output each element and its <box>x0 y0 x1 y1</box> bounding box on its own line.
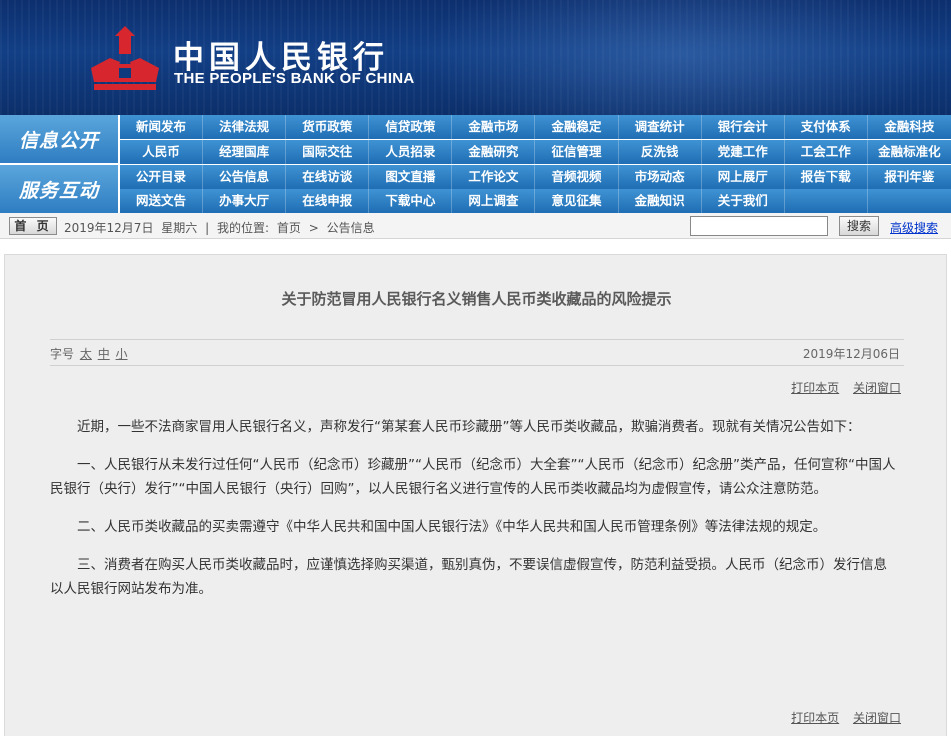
breadcrumb-home-link[interactable]: 首页 <box>277 221 301 235</box>
nav-item[interactable]: 国际交往 <box>286 140 370 164</box>
article-paragraph: 三、消费者在购买人民币类收藏品时，应谨慎选择购买渠道，甄别真伪，不要误信虚假宣传… <box>50 557 887 597</box>
nav-item[interactable]: 市场动态 <box>619 165 702 189</box>
nav-item[interactable]: 反洗钱 <box>619 140 702 164</box>
article-title: 关于防范冒用人民银行名义销售人民币类收藏品的风险提示 <box>281 290 672 308</box>
nav-item[interactable]: 货币政策 <box>286 115 370 139</box>
home-button[interactable]: 首 页 <box>9 217 57 235</box>
font-size-large-link[interactable]: 太 <box>80 347 92 361</box>
nav-rows: 新闻发布 法律法规 货币政策 信贷政策 金融市场 金融稳定 调查统计 银行会计 … <box>120 115 951 213</box>
article-panel: 关于防范冒用人民银行名义销售人民币类收藏品的风险提示 字号 太 中 小 2019… <box>4 254 947 736</box>
nav-item[interactable]: 报刊年鉴 <box>868 165 951 189</box>
nav-item[interactable]: 报告下载 <box>785 165 868 189</box>
nav-item[interactable]: 金融标准化 <box>868 140 951 164</box>
nav-group-service-interaction[interactable]: 服务互动 <box>0 165 118 213</box>
nav-item[interactable]: 调查统计 <box>619 115 702 139</box>
search-button[interactable]: 搜索 <box>839 216 879 236</box>
nav-item[interactable]: 在线申报 <box>286 189 370 213</box>
pboc-logo-icon[interactable] <box>88 24 162 92</box>
nav-item[interactable]: 工会工作 <box>785 140 868 164</box>
nav-item[interactable]: 公告信息 <box>203 165 287 189</box>
article-paragraph: 一、人民银行从未发行过任何“人民币（纪念币）珍藏册”“人民币（纪念币）大全套”“… <box>50 457 896 497</box>
article-body: 近期，一些不法商家冒用人民银行名义，声称发行“第某套人民币珍藏册”等人民币类收藏… <box>50 415 900 615</box>
nav-item[interactable]: 支付体系 <box>785 115 868 139</box>
nav-item[interactable]: 新闻发布 <box>120 115 204 139</box>
nav-row-2: 人民币 经理国库 国际交往 人员招录 金融研究 征信管理 反洗钱 党建工作 工会… <box>120 140 951 164</box>
nav-row-1: 新闻发布 法律法规 货币政策 信贷政策 金融市场 金融稳定 调查统计 银行会计 … <box>120 115 951 139</box>
breadcrumb-current[interactable]: 公告信息 <box>327 221 375 235</box>
logo-english-name: THE PEOPLE'S BANK OF CHINA <box>174 70 415 87</box>
article-paragraph: 近期，一些不法商家冒用人民银行名义，声称发行“第某套人民币珍藏册”等人民币类收藏… <box>77 419 861 435</box>
nav-item[interactable]: 金融科技 <box>868 115 951 139</box>
nav-item[interactable]: 人民币 <box>120 140 204 164</box>
nav-item[interactable]: 经理国库 <box>203 140 287 164</box>
nav-item[interactable]: 公开目录 <box>120 165 204 189</box>
font-size-medium-link[interactable]: 中 <box>98 347 110 361</box>
nav-item[interactable]: 征信管理 <box>535 140 619 164</box>
breadcrumb-bar: 首 页 2019年12月7日 星期六 | 我的位置: 首页 > 公告信息 搜索 … <box>0 213 951 239</box>
nav-item[interactable]: 金融知识 <box>619 189 702 213</box>
separator: | <box>205 221 210 235</box>
nav-item[interactable]: 在线访谈 <box>286 165 370 189</box>
nav-item[interactable]: 图文直播 <box>369 165 453 189</box>
nav-item[interactable]: 关于我们 <box>702 189 785 213</box>
nav-item[interactable]: 办事大厅 <box>203 189 287 213</box>
article-paragraph: 二、人民币类收藏品的买卖需遵守《中华人民共和国中国人民银行法》《中华人民共和国人… <box>77 519 827 535</box>
nav-item[interactable]: 金融稳定 <box>535 115 619 139</box>
publish-date: 2019年12月06日 <box>802 347 900 361</box>
nav-item[interactable]: 党建工作 <box>702 140 785 164</box>
article-actions-top: 打印本页 关闭窗口 <box>781 379 901 396</box>
divider <box>50 339 904 340</box>
nav-item[interactable]: 工作论文 <box>452 165 536 189</box>
nav-item[interactable]: 银行会计 <box>702 115 785 139</box>
breadcrumb: 2019年12月7日 星期六 | 我的位置: 首页 > 公告信息 <box>64 219 379 236</box>
close-window-link[interactable]: 关闭窗口 <box>853 381 901 395</box>
nav-item[interactable]: 金融研究 <box>452 140 536 164</box>
search-input[interactable] <box>690 216 828 236</box>
font-size-label: 字号 <box>50 347 75 361</box>
article-actions-bottom: 打印本页 关闭窗口 <box>781 709 901 726</box>
nav-item[interactable]: 网送文告 <box>120 189 204 213</box>
font-size-small-link[interactable]: 小 <box>116 347 128 361</box>
nav-item[interactable]: 金融市场 <box>452 115 536 139</box>
current-date: 2019年12月7日 <box>64 221 154 235</box>
nav-item[interactable]: 信贷政策 <box>369 115 453 139</box>
chevron-right-icon: > <box>308 221 319 235</box>
nav-item[interactable]: 网上展厅 <box>702 165 785 189</box>
nav-item[interactable]: 意见征集 <box>535 189 619 213</box>
divider <box>50 365 904 366</box>
nav-item-empty <box>868 189 951 213</box>
advanced-search-link[interactable]: 高级搜索 <box>890 219 938 236</box>
nav-item[interactable]: 音频视频 <box>535 165 619 189</box>
location-label: 我的位置: <box>217 221 270 235</box>
nav-item[interactable]: 网上调查 <box>452 189 536 213</box>
font-size-selector: 字号 太 中 小 <box>50 345 128 362</box>
nav-row-4: 网送文告 办事大厅 在线申报 下载中心 网上调查 意见征集 金融知识 关于我们 <box>120 189 951 213</box>
nav-item[interactable]: 法律法规 <box>203 115 287 139</box>
main-nav: 信息公开 服务互动 新闻发布 法律法规 货币政策 信贷政策 金融市场 金融稳定 … <box>0 115 951 213</box>
print-page-link[interactable]: 打印本页 <box>791 381 839 395</box>
nav-row-3: 公开目录 公告信息 在线访谈 图文直播 工作论文 音频视频 市场动态 网上展厅 … <box>120 165 951 189</box>
current-weekday: 星期六 <box>161 221 198 235</box>
nav-item[interactable]: 人员招录 <box>369 140 453 164</box>
print-page-link[interactable]: 打印本页 <box>791 711 839 725</box>
close-window-link[interactable]: 关闭窗口 <box>853 711 901 725</box>
header-glow <box>420 0 940 115</box>
nav-group-info-disclosure[interactable]: 信息公开 <box>0 115 118 163</box>
nav-item-empty <box>785 189 868 213</box>
nav-item[interactable]: 下载中心 <box>369 189 453 213</box>
site-header: 中国人民银行 THE PEOPLE'S BANK OF CHINA <box>0 0 951 115</box>
